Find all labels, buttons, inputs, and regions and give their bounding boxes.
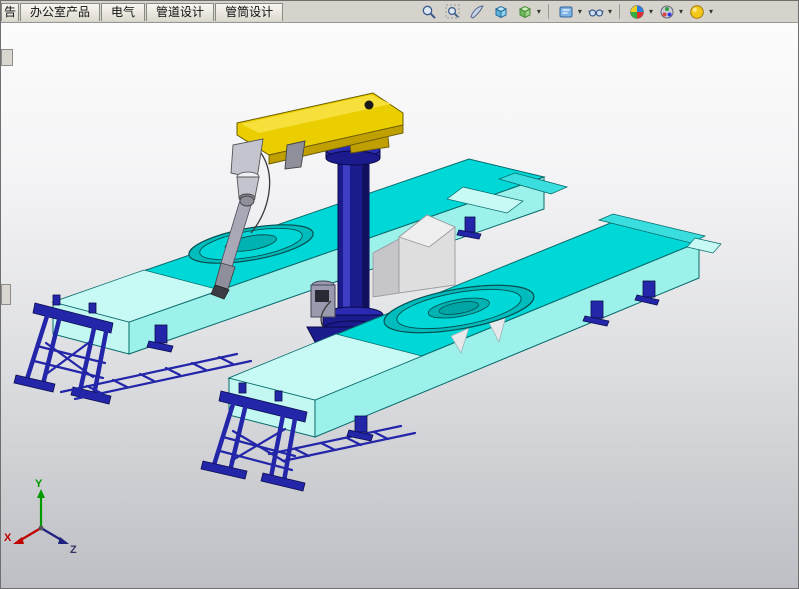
tab-office-products[interactable]: 办公室产品 (20, 3, 100, 21)
realview-graphics-dropdown-icon[interactable]: ▾ (709, 3, 713, 21)
view-settings-icon[interactable] (585, 2, 607, 22)
apply-scene-dropdown-icon[interactable]: ▾ (679, 3, 683, 21)
zoom-to-area-icon[interactable] (442, 2, 464, 22)
graphics-viewport[interactable]: Y X Z (1, 1, 799, 589)
previous-view-icon[interactable] (466, 2, 488, 22)
triad-x-label: X (4, 532, 12, 544)
zoom-to-fit-icon[interactable] (418, 2, 440, 22)
toolbar-separator (619, 4, 620, 19)
cad-window: 告 办公室产品 电气 管道设计 管筒设计 (0, 0, 799, 589)
left-panel-handle-top[interactable] (1, 49, 13, 66)
hide-show-items-icon[interactable] (555, 2, 577, 22)
feature-tab-bar: 告 办公室产品 电气 管道设计 管筒设计 (1, 1, 798, 23)
triad-z-label: Z (70, 544, 77, 556)
left-panel-handle-middle[interactable] (1, 284, 11, 305)
hide-show-items-dropdown-icon[interactable]: ▾ (578, 3, 582, 21)
edit-appearance-icon[interactable] (626, 2, 648, 22)
triad-y-label: Y (35, 478, 43, 490)
tab-piping-design[interactable]: 管道设计 (146, 3, 214, 21)
display-style-dropdown-icon[interactable]: ▾ (537, 3, 541, 21)
view-orientation-icon[interactable] (490, 2, 512, 22)
view-settings-dropdown-icon[interactable]: ▾ (608, 3, 612, 21)
tab-electrical[interactable]: 电气 (101, 3, 145, 21)
orientation-triad[interactable]: Y X Z (4, 478, 77, 556)
apply-scene-icon[interactable] (656, 2, 678, 22)
realview-graphics-icon[interactable] (686, 2, 708, 22)
tab-partial[interactable]: 告 (1, 3, 19, 21)
edit-appearance-dropdown-icon[interactable]: ▾ (649, 3, 653, 21)
tab-tubing-design[interactable]: 管筒设计 (215, 3, 283, 21)
toolbar-separator (548, 4, 549, 19)
display-style-icon[interactable] (514, 2, 536, 22)
view-toolbar: ▾ ▾ ▾ (418, 2, 714, 22)
